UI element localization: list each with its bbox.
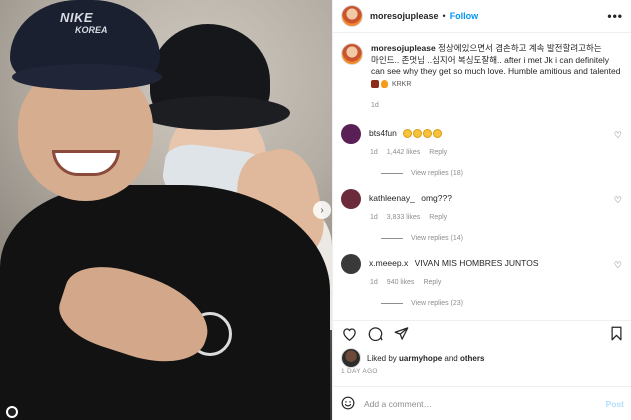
comment-item: kathleenay_ omg??? ♡ 1d 3,833 likes Repl…	[341, 189, 624, 242]
comment-username[interactable]: kathleenay_	[369, 193, 415, 203]
like-comment-icon[interactable]: ♡	[614, 260, 622, 271]
comment-likes[interactable]: 940 likes	[387, 279, 415, 286]
comment-time: 1d	[370, 214, 378, 221]
tagged-user-icon[interactable]	[6, 406, 18, 418]
liker-username[interactable]: uarmyhope	[399, 354, 442, 363]
liker-avatar[interactable]	[341, 348, 361, 368]
follow-button[interactable]: Follow	[450, 11, 479, 21]
more-options-icon[interactable]: •••	[607, 9, 623, 23]
view-replies-button[interactable]: View replies (23)	[381, 300, 624, 307]
photo-bucket-hat-brim	[140, 96, 290, 130]
caption-line-3: can see why they get so much love. Humbl…	[371, 66, 621, 76]
like-comment-icon[interactable]: ♡	[614, 195, 622, 206]
replies-divider	[381, 303, 403, 304]
photo-cap-brim	[12, 64, 162, 90]
post-date[interactable]: 1 DAY AGO	[341, 368, 378, 375]
comment-avatar[interactable]	[341, 254, 361, 274]
share-icon[interactable]	[393, 326, 409, 342]
post-button[interactable]: Post	[606, 399, 624, 409]
comment-likes[interactable]: 1,442 likes	[387, 149, 420, 156]
comment-item: x.meeep.x VIVAN MIS HOMBRES JUNTOS ♡ 1d …	[341, 254, 624, 307]
comment-icon[interactable]	[367, 326, 383, 342]
cap-logo-text: NIKE	[60, 10, 94, 25]
reply-button[interactable]: Reply	[429, 149, 447, 156]
reply-button[interactable]: Reply	[429, 214, 447, 221]
header-separator: •	[442, 11, 446, 21]
comment-avatar[interactable]	[341, 189, 361, 209]
post-photo[interactable]: NIKE KOREA ›	[0, 0, 332, 420]
caption-line-1: moresojuplease 정상에있으면서 겸손하고 계속 발전할려고하는	[371, 43, 602, 53]
likes-others-link[interactable]: others	[460, 354, 484, 363]
replies-divider	[381, 238, 403, 239]
comment-time: 1d	[370, 279, 378, 286]
post-side-panel: moresojuplease • Follow ••• moresojuplea…	[332, 0, 631, 420]
carousel-next-icon[interactable]: ›	[313, 201, 331, 219]
like-comment-icon[interactable]: ♡	[614, 130, 622, 141]
comment-likes[interactable]: 3,833 likes	[387, 214, 420, 221]
flag-emoji-icon	[371, 79, 379, 88]
post-header: moresojuplease • Follow •••	[333, 0, 631, 33]
comment-avatar[interactable]	[341, 124, 361, 144]
reply-button[interactable]: Reply	[423, 279, 441, 286]
caption-username[interactable]: moresojuplease	[371, 43, 436, 53]
comment-meta: 1d 1,442 likes Reply	[370, 149, 624, 156]
comment-box: Post	[333, 386, 631, 420]
action-bar	[333, 320, 631, 346]
caption-avatar[interactable]	[341, 43, 363, 65]
comment-input[interactable]	[364, 398, 606, 409]
comment-meta: 1d 940 likes Reply	[370, 279, 624, 286]
view-replies-button[interactable]: View replies (18)	[381, 170, 624, 177]
comment-item: bts4fun ♡ 1d 1,442 likes Reply View repl…	[341, 124, 624, 177]
fire-emoji-icon	[381, 79, 388, 88]
caption-time: 1d	[371, 102, 379, 109]
post-caption: moresojuplease 정상에있으면서 겸손하고 계속 발전할려고하는 마…	[333, 33, 631, 112]
author-username[interactable]: moresojuplease	[370, 11, 439, 21]
bookmark-icon[interactable]	[608, 326, 624, 342]
heart-eyes-emojis	[403, 128, 443, 139]
like-icon[interactable]	[341, 326, 357, 342]
comment-username[interactable]: x.meeep.x	[369, 258, 408, 268]
caption-line-4: KRKR	[371, 79, 623, 91]
comment-text: omg???	[421, 193, 452, 203]
author-avatar[interactable]	[341, 5, 363, 27]
comment-meta: 1d 3,833 likes Reply	[370, 214, 624, 221]
comment-username[interactable]: bts4fun	[369, 128, 397, 138]
emoji-picker-icon[interactable]	[341, 396, 355, 412]
comment-time: 1d	[370, 149, 378, 156]
caption-line-2: 마인드.. 존멋님 ..심지어 복싱도잘해.. after i met Jk i…	[371, 54, 609, 65]
replies-divider	[381, 173, 403, 174]
likes-summary: Liked by uarmyhope and others	[341, 348, 484, 368]
cap-logo-subtext: KOREA	[75, 25, 108, 35]
comment-text: VIVAN MIS HOMBRES JUNTOS	[414, 258, 539, 268]
view-replies-button[interactable]: View replies (14)	[381, 235, 624, 242]
